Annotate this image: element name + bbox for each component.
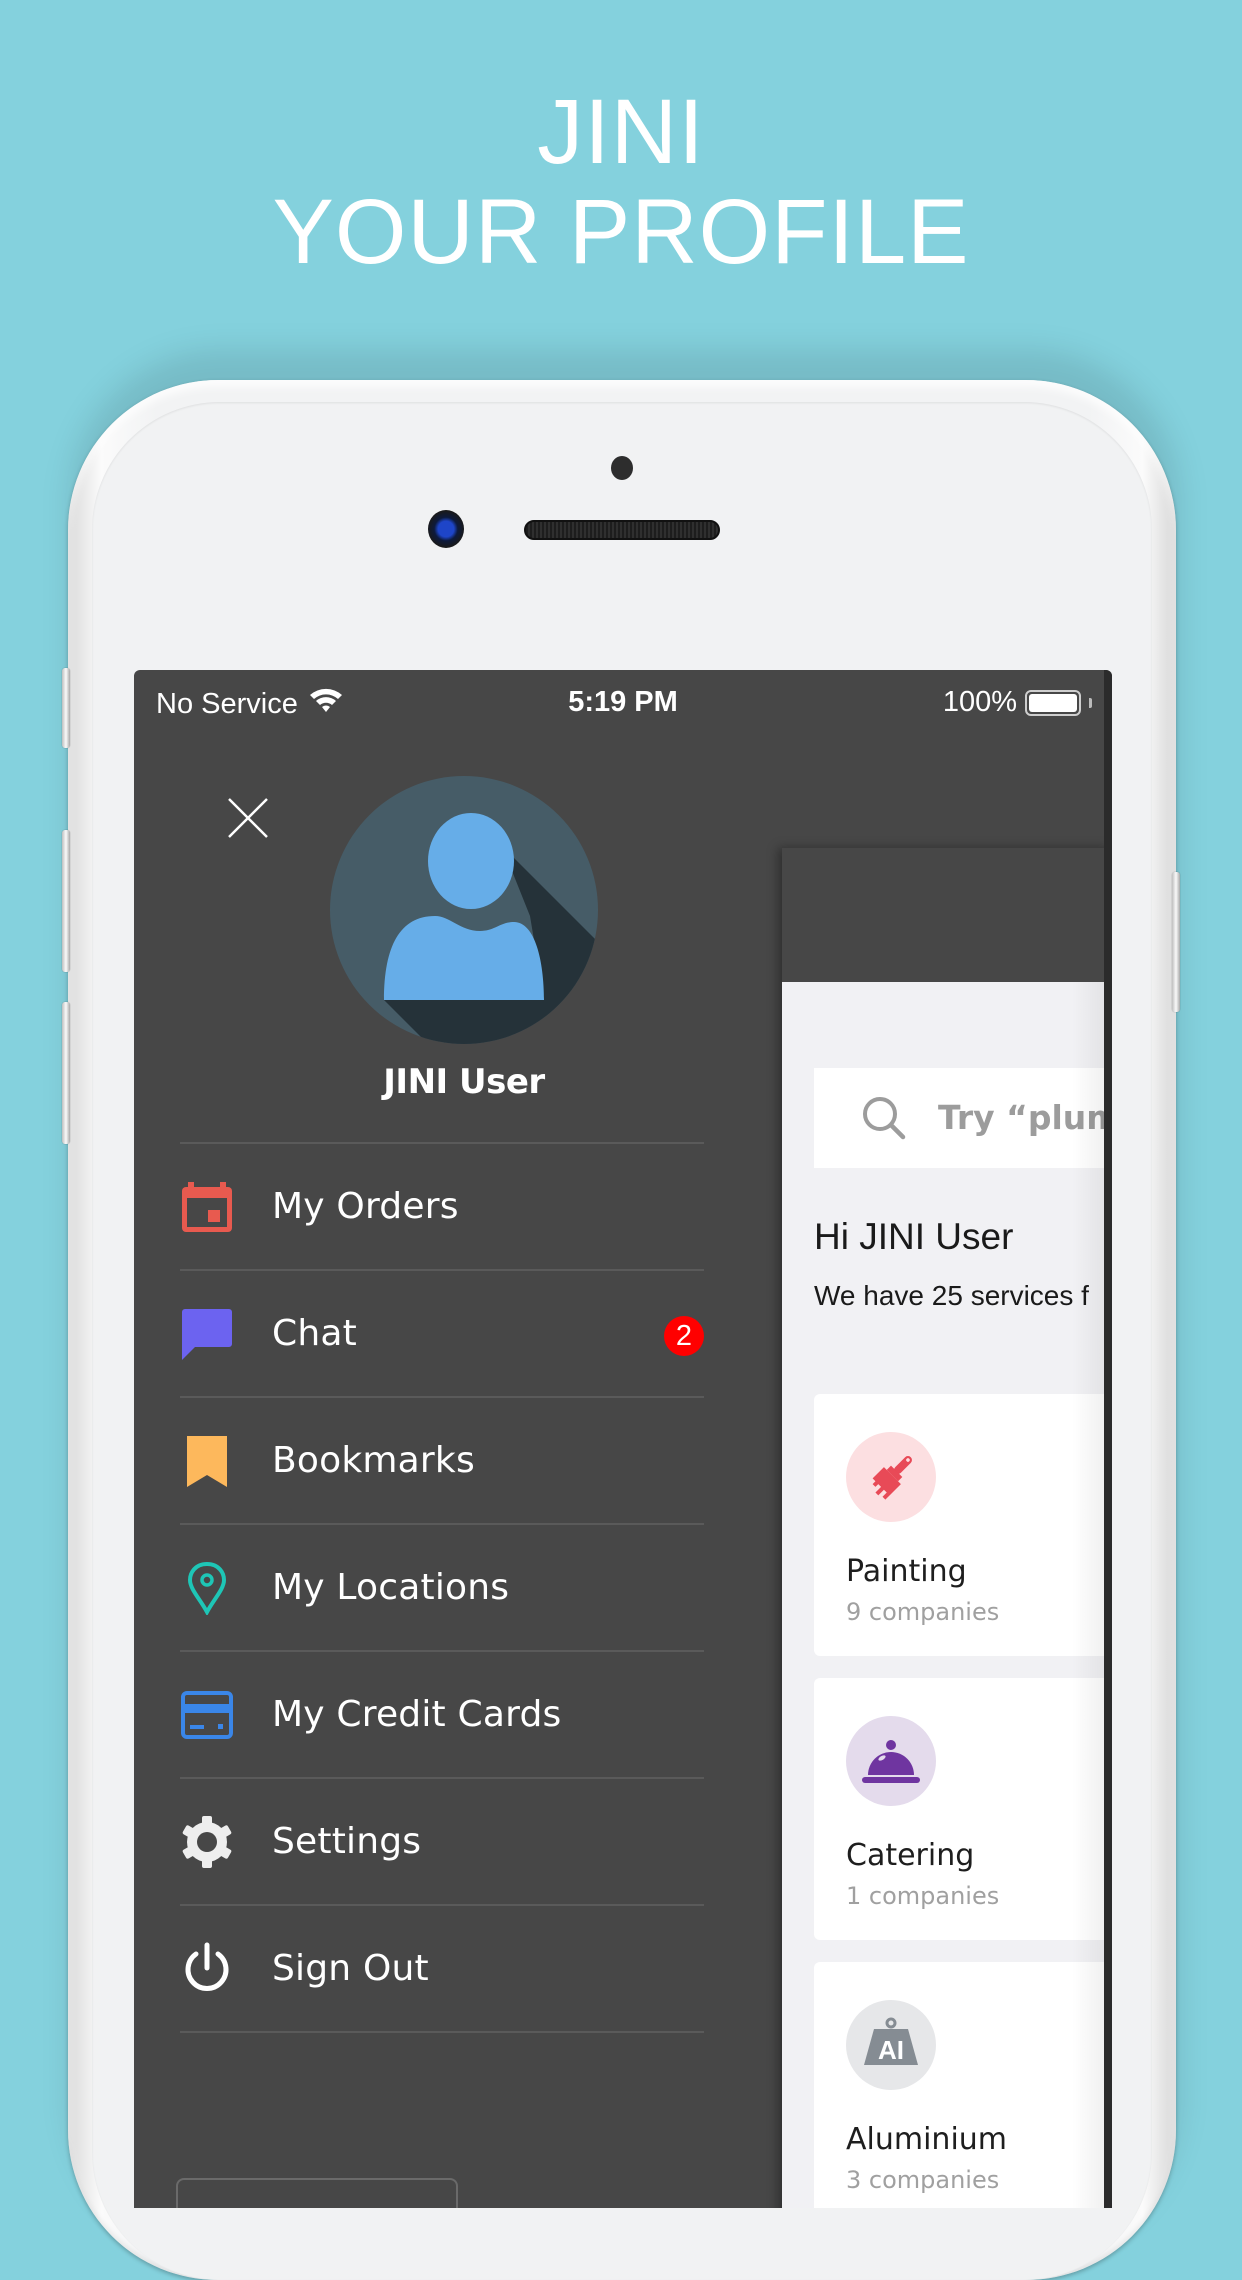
menu-item-label: My Locations	[272, 1567, 510, 1608]
category-count: 9 companies	[846, 1598, 1000, 1626]
menu-item-label: My Orders	[272, 1186, 459, 1227]
menu-item-label: Settings	[272, 1821, 422, 1862]
category-card-aluminium[interactable]: AI Aluminium 3 companies	[814, 1962, 1112, 2208]
gear-icon	[180, 1815, 234, 1869]
battery-percent: 100%	[942, 686, 1017, 718]
power-button	[1172, 872, 1180, 1012]
home-header	[782, 848, 1112, 982]
credit-card-icon	[180, 1688, 234, 1742]
category-card-painting[interactable]: Painting 9 companies	[814, 1394, 1112, 1656]
screen-edge	[1104, 670, 1112, 2208]
front-camera	[428, 510, 464, 548]
food-cloche-icon	[846, 1716, 936, 1806]
home-screen-panel[interactable]: Try “plumb Hi JINI User We have 25 servi…	[782, 848, 1112, 2208]
headline-line-1: JINI	[537, 81, 705, 183]
mute-switch	[62, 668, 70, 748]
volume-up-button	[62, 830, 70, 972]
bookmark-icon	[180, 1434, 234, 1488]
chat-bubble-icon	[180, 1307, 234, 1361]
chat-unread-badge: 2	[664, 1316, 704, 1356]
proximity-sensor	[611, 456, 633, 480]
category-count: 3 companies	[846, 2166, 1000, 2194]
power-icon	[180, 1942, 234, 1996]
category-card-catering[interactable]: Catering 1 companies	[814, 1678, 1112, 1940]
menu-item-label: Bookmarks	[272, 1440, 475, 1481]
menu-item-settings[interactable]: Settings	[180, 1779, 704, 1904]
volume-down-button	[62, 1002, 70, 1144]
battery-tip	[1089, 697, 1092, 708]
menu-item-my-credit-cards[interactable]: My Credit Cards	[180, 1652, 704, 1777]
menu-item-bookmarks[interactable]: Bookmarks	[180, 1398, 704, 1523]
category-count: 1 companies	[846, 1882, 1000, 1910]
earpiece-speaker	[524, 520, 720, 540]
svg-text:AI: AI	[878, 2035, 904, 2065]
avatar[interactable]	[330, 776, 598, 1044]
menu-item-chat[interactable]: Chat 2	[180, 1271, 704, 1396]
search-icon	[860, 1094, 908, 1147]
aluminium-weight-icon: AI	[846, 2000, 936, 2090]
search-input[interactable]: Try “plumb	[814, 1068, 1112, 1168]
category-name: Catering	[846, 1838, 975, 1873]
menu-item-sign-out[interactable]: Sign Out	[180, 1906, 704, 2031]
menu-divider	[180, 2031, 704, 2033]
category-name: Aluminium	[846, 2122, 1008, 2157]
battery-icon	[1025, 689, 1081, 716]
drawer-menu: My Orders Chat 2 Bookmarks My Locations …	[180, 1142, 704, 2033]
category-name: Painting	[846, 1554, 967, 1589]
calendar-icon	[180, 1180, 234, 1234]
location-pin-icon	[180, 1561, 234, 1615]
close-drawer-button[interactable]	[226, 796, 270, 840]
status-bar: No Service 5:19 PM 100%	[134, 670, 1112, 736]
greeting: Hi JINI User	[814, 1216, 1014, 1257]
paint-brush-icon	[846, 1432, 936, 1522]
menu-item-label: My Credit Cards	[272, 1694, 562, 1735]
user-name: JINI User	[383, 1062, 545, 1102]
services-subtitle: We have 25 services f	[814, 1280, 1089, 1311]
menu-item-label: Chat	[272, 1313, 357, 1354]
menu-item-label: Sign Out	[272, 1948, 429, 1989]
headline-line-2: YOUR PROFILE	[272, 181, 970, 283]
menu-item-my-locations[interactable]: My Locations	[180, 1525, 704, 1650]
search-placeholder: Try “plumb	[938, 1098, 1112, 1137]
close-icon	[228, 798, 268, 838]
phone-screen: Try “plumb Hi JINI User We have 25 servi…	[134, 670, 1112, 2208]
drawer-footer-button[interactable]	[176, 2178, 458, 2208]
menu-item-my-orders[interactable]: My Orders	[180, 1144, 704, 1269]
